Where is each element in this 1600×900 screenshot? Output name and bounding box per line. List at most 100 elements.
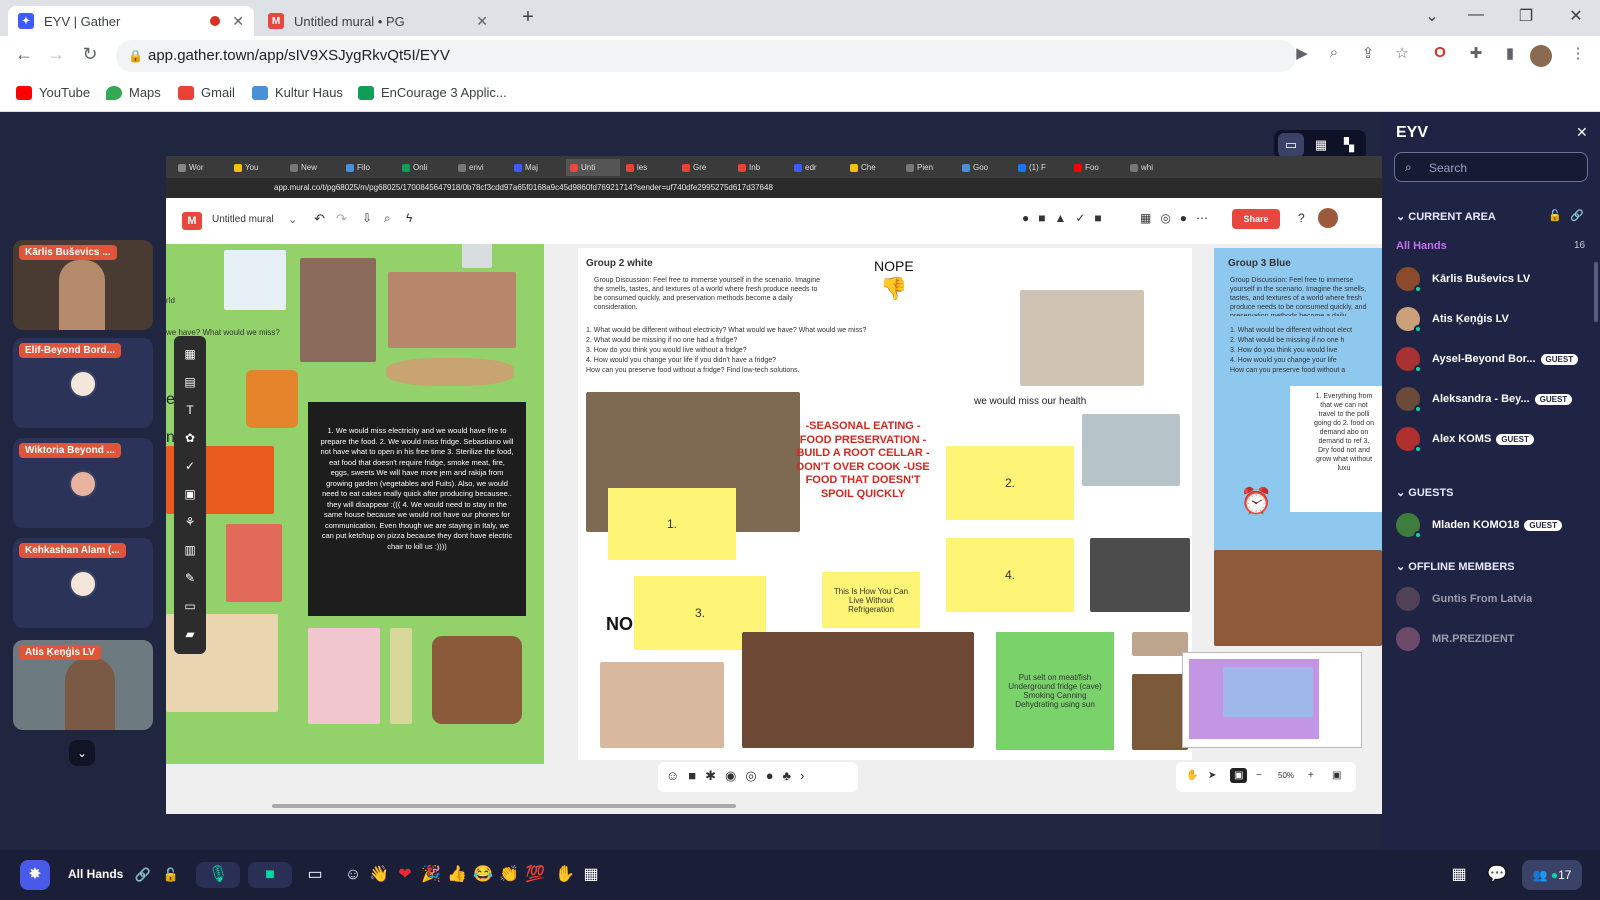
unlock-icon[interactable]: 🔓 — [1548, 209, 1562, 222]
camera-icon[interactable]: ▶ — [1290, 44, 1314, 62]
pointer-icon[interactable]: ➤ — [1208, 770, 1216, 781]
shared-tab[interactable]: (1) F — [1014, 159, 1068, 176]
chat-icon[interactable]: 💬 — [1484, 862, 1510, 888]
black-sticky-note[interactable]: 1. We would miss electricity and we woul… — [308, 402, 526, 616]
shared-tab[interactable]: envi — [454, 159, 508, 176]
close-icon[interactable]: ✕ — [1576, 124, 1588, 141]
zoom-out-icon[interactable]: − — [1256, 770, 1262, 781]
video-tile-atis[interactable]: Atis Ķeņģis LV — [13, 640, 153, 730]
screen-share-icon[interactable]: ▭ — [302, 862, 328, 888]
shared-tab[interactable]: Filo — [342, 159, 396, 176]
profile-avatar[interactable] — [1530, 45, 1552, 67]
shared-tab[interactable]: Maj — [510, 159, 564, 176]
green-sticky-note[interactable]: Put selt on meat/fish Underground fridge… — [996, 632, 1114, 750]
member-row[interactable]: Guntis From Latvia — [1396, 584, 1596, 614]
hand-icon[interactable]: ✋ — [1186, 770, 1198, 781]
bookmark-maps[interactable]: Maps — [106, 85, 161, 100]
participants-button[interactable]: 👥 ●17 — [1522, 860, 1582, 890]
reload-icon[interactable]: ↻ — [78, 44, 102, 65]
undo-icon[interactable]: ↶ — [314, 211, 325, 227]
shared-tab[interactable]: Goo — [958, 159, 1012, 176]
redo-icon[interactable]: ↷ — [336, 211, 347, 227]
guests-header[interactable]: ⌄ GUESTS — [1396, 486, 1454, 499]
current-area-name[interactable]: All Hands — [68, 867, 123, 881]
heart-emoji-icon[interactable]: ❤ — [392, 862, 418, 888]
hundred-emoji-icon[interactable]: 💯 — [522, 862, 548, 888]
mural-title[interactable]: Untitled mural — [212, 214, 274, 225]
microphone-button[interactable]: 🎙 — [196, 862, 240, 888]
gather-logo-icon[interactable]: ✸ — [20, 860, 50, 890]
search-icon[interactable]: ⌕ — [384, 211, 391, 226]
shared-tab[interactable]: Onli — [398, 159, 452, 176]
shared-tab[interactable]: whi — [1126, 159, 1180, 176]
party-emoji-icon[interactable]: 🎉 — [418, 862, 444, 888]
close-tab-icon[interactable]: ✕ — [476, 13, 488, 30]
shared-tab[interactable]: Pien — [902, 159, 956, 176]
bookmark-kultur-haus[interactable]: Kultur Haus — [252, 85, 343, 100]
offline-header[interactable]: ⌄ OFFLINE MEMBERS — [1396, 560, 1515, 573]
unlock-icon[interactable]: 🔓 — [158, 862, 184, 888]
calendar-icon[interactable]: ▦ — [1446, 862, 1472, 888]
shared-tab[interactable]: Che — [846, 159, 900, 176]
chevron-down-icon[interactable]: ⌄ — [69, 740, 95, 766]
wave-emoji-icon[interactable]: 👋 — [366, 862, 392, 888]
forward-icon[interactable]: → — [44, 44, 68, 65]
member-row[interactable]: MR.PREZIDENT — [1396, 624, 1596, 654]
shared-tab[interactable]: les — [622, 159, 676, 176]
horizontal-scrollbar[interactable] — [272, 804, 736, 808]
bookmark-gmail[interactable]: Gmail — [178, 85, 235, 100]
browser-tab-mural[interactable]: M Untitled mural • PG ✕ — [258, 6, 498, 36]
panel-scrollbar[interactable] — [1594, 262, 1598, 322]
fit-screen-icon[interactable]: ▣ — [1332, 770, 1341, 781]
help-icon[interactable]: ? — [1298, 211, 1305, 225]
screen-view-icon[interactable]: ▭ — [1278, 133, 1304, 157]
bookmark-youtube[interactable]: YouTube — [16, 85, 90, 100]
zoom-icon[interactable]: ⌕ — [1322, 44, 1346, 61]
bookmark-star-icon[interactable]: ☆ — [1390, 44, 1414, 62]
raise-hand-icon[interactable]: ✋ — [552, 862, 578, 888]
mural-tools-icons[interactable]: ●■▲✓■ — [1022, 211, 1111, 225]
share-page-icon[interactable]: ⇪ — [1356, 44, 1380, 62]
shared-tab[interactable]: Wor — [174, 159, 228, 176]
minimap[interactable] — [1182, 652, 1362, 748]
shared-tab[interactable]: Unti — [566, 159, 620, 176]
download-icon[interactable]: ⇩ — [362, 211, 372, 225]
thumbs-up-emoji-icon[interactable]: 👍 — [444, 862, 470, 888]
emoji-icon[interactable]: ☺ — [340, 862, 366, 888]
minimize-button[interactable]: — — [1456, 6, 1496, 24]
shared-tab[interactable]: edr — [790, 159, 844, 176]
avatar[interactable] — [1318, 208, 1338, 228]
tab-search-icon[interactable]: ⌄ — [1412, 6, 1452, 26]
back-icon[interactable]: ← — [12, 44, 36, 65]
address-bar[interactable]: 🔒 app.gather.town/app/sIV9XSJygRkvQt5I/E… — [116, 40, 1296, 72]
side-panel-icon[interactable]: ▮ — [1498, 44, 1522, 62]
bookmark-encourage[interactable]: EnCourage 3 Applic... — [358, 85, 507, 100]
select-icon[interactable]: ▣ — [1230, 768, 1248, 783]
zoom-in-icon[interactable]: + — [1308, 770, 1314, 781]
mural-tool-icons[interactable]: ▦ ▤ T ✿ ✓ ▣ ⚘ ▥ ✎ ▭ ▰ — [174, 336, 206, 648]
lightning-icon[interactable]: ϟ — [406, 211, 412, 225]
close-tab-icon[interactable]: ✕ — [232, 13, 244, 30]
browser-tab-gather[interactable]: ✦ EYV | Gather ✕ — [8, 6, 254, 36]
shared-tab[interactable]: Foo — [1070, 159, 1124, 176]
new-tab-button[interactable]: + — [508, 6, 548, 29]
member-row[interactable]: Mladen KOMO18 GUEST — [1396, 510, 1596, 540]
video-tile-karlis[interactable]: Kārlis Buševics ... — [13, 240, 153, 330]
video-tile-elif[interactable]: Elif-Beyond Bord... — [13, 338, 153, 428]
laugh-emoji-icon[interactable]: 😂 — [470, 862, 496, 888]
camera-button[interactable]: ■ — [248, 862, 292, 888]
extensions-icon[interactable]: ✚ — [1464, 44, 1488, 62]
shared-tab[interactable]: Inb — [734, 159, 788, 176]
chevron-down-icon[interactable]: ⌄ — [288, 213, 297, 226]
sticky-note-4[interactable]: 4. — [946, 538, 1074, 612]
menu-icon[interactable]: ⋮ — [1566, 44, 1590, 62]
current-area-header[interactable]: ⌄ CURRENT AREA — [1396, 210, 1496, 223]
video-tile-kehkashan[interactable]: Kehkashan Alam (... — [13, 538, 153, 628]
sticky-note-1[interactable]: 1. — [608, 488, 736, 560]
shared-tab[interactable]: Gre — [678, 159, 732, 176]
mural-collab-icons[interactable]: ▦◎●⋯ — [1140, 211, 1217, 225]
map-view-icon[interactable]: ▚ — [1336, 133, 1362, 157]
reaction-icons[interactable]: ☺■✱◉◎●♣› — [658, 762, 858, 790]
member-row[interactable]: Atis Ķeņģis LV — [1396, 304, 1596, 334]
video-tile-wiktoria[interactable]: Wiktoria Beyond ... — [13, 438, 153, 528]
